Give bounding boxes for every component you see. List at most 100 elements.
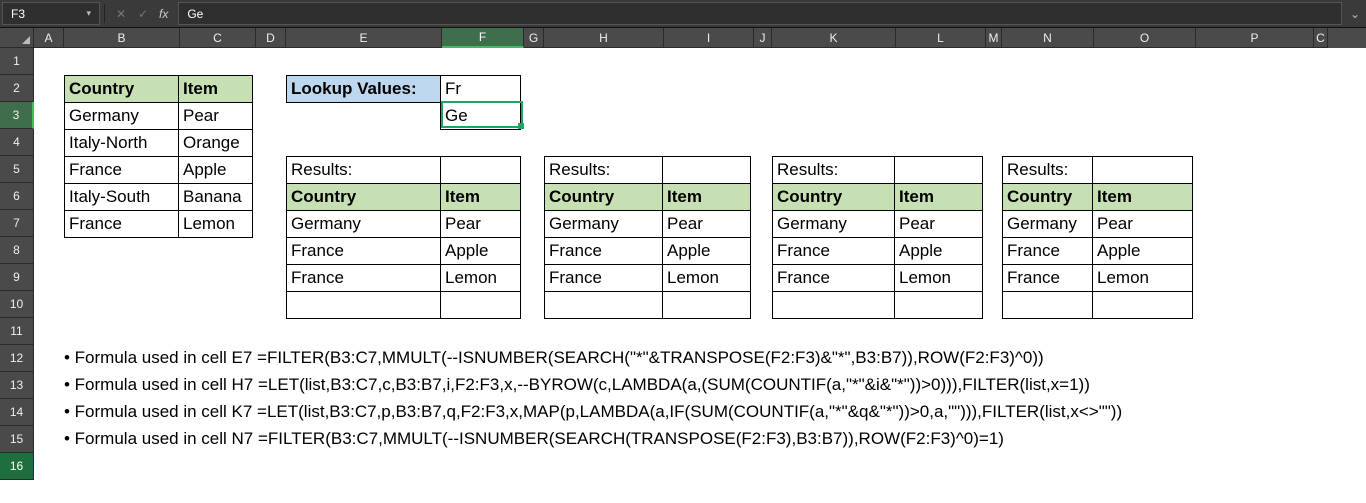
cell[interactable]	[441, 157, 521, 184]
cell[interactable]: Pear	[1093, 211, 1193, 238]
cell[interactable]: Country	[65, 76, 179, 103]
row-header-9[interactable]: 9	[0, 264, 34, 291]
column-header-I[interactable]: I	[664, 28, 754, 48]
row-header-12[interactable]: 12	[0, 345, 34, 372]
row-header-11[interactable]: 11	[0, 318, 34, 345]
cell[interactable]: Germany	[1003, 211, 1093, 238]
cell[interactable]	[773, 292, 895, 319]
row-header-15[interactable]: 15	[0, 426, 34, 453]
cell[interactable]: Results:	[773, 157, 895, 184]
cell[interactable]: Country	[1003, 184, 1093, 211]
cell[interactable]: Lemon	[1093, 265, 1193, 292]
cell[interactable]: Item	[895, 184, 983, 211]
cell[interactable]: Results:	[545, 157, 663, 184]
cell[interactable]	[287, 103, 441, 130]
cell[interactable]: Country	[773, 184, 895, 211]
chevron-down-icon[interactable]: ▾	[86, 8, 91, 19]
cell[interactable]	[895, 157, 983, 184]
cell[interactable]: France	[545, 265, 663, 292]
cell[interactable]: France	[65, 157, 179, 184]
cell[interactable]: Lemon	[895, 265, 983, 292]
column-header-E[interactable]: E	[286, 28, 442, 48]
cell[interactable]: Lemon	[663, 265, 751, 292]
cell[interactable]: Pear	[179, 103, 253, 130]
row-header-6[interactable]: 6	[0, 183, 34, 210]
cell[interactable]: France	[773, 238, 895, 265]
cell[interactable]: Apple	[179, 157, 253, 184]
cell[interactable]	[1093, 157, 1193, 184]
cell[interactable]: Country	[287, 184, 441, 211]
row-header-14[interactable]: 14	[0, 399, 34, 426]
cell[interactable]: Lemon	[441, 265, 521, 292]
cell[interactable]: Banana	[179, 184, 253, 211]
row-header-1[interactable]: 1	[0, 48, 34, 75]
cell[interactable]: France	[1003, 265, 1093, 292]
column-header-D[interactable]: D	[256, 28, 286, 48]
column-header-O[interactable]: O	[1094, 28, 1196, 48]
cell[interactable]: Results:	[287, 157, 441, 184]
cell[interactable]: Pear	[441, 211, 521, 238]
cell[interactable]: Item	[179, 76, 253, 103]
column-header-C[interactable]: C	[180, 28, 256, 48]
cell[interactable]: Pear	[663, 211, 751, 238]
column-header-K[interactable]: K	[772, 28, 896, 48]
cell[interactable]	[663, 157, 751, 184]
cell[interactable]: Germany	[287, 211, 441, 238]
select-all-button[interactable]	[0, 28, 34, 48]
cell[interactable]	[895, 292, 983, 319]
expand-formula-bar-icon[interactable]: ⌄	[1344, 0, 1366, 27]
row-header-4[interactable]: 4	[0, 129, 34, 156]
cell[interactable]: Italy-North	[65, 130, 179, 157]
column-header-F[interactable]: F	[442, 28, 524, 48]
cell[interactable]: France	[65, 211, 179, 238]
cell[interactable]: Germany	[773, 211, 895, 238]
cell[interactable]: Germany	[545, 211, 663, 238]
cell[interactable]: Apple	[441, 238, 521, 265]
cell[interactable]	[1093, 292, 1193, 319]
row-header-8[interactable]: 8	[0, 237, 34, 264]
column-header-A[interactable]: A	[34, 28, 64, 48]
cell[interactable]: Germany	[65, 103, 179, 130]
column-header-P[interactable]: P	[1196, 28, 1314, 48]
cell[interactable]: Apple	[895, 238, 983, 265]
cell[interactable]: France	[287, 238, 441, 265]
cell[interactable]: Apple	[663, 238, 751, 265]
column-header-M[interactable]: M	[986, 28, 1002, 48]
cell[interactable]: Item	[663, 184, 751, 211]
cell[interactable]: Apple	[1093, 238, 1193, 265]
cell[interactable]: France	[773, 265, 895, 292]
cell[interactable]	[545, 292, 663, 319]
formula-input[interactable]: Ge	[178, 2, 1342, 25]
column-header-C[interactable]: C	[1314, 28, 1328, 48]
row-header-10[interactable]: 10	[0, 291, 34, 318]
cell[interactable]	[1003, 292, 1093, 319]
cell[interactable]	[287, 292, 441, 319]
cell[interactable]	[663, 292, 751, 319]
column-header-N[interactable]: N	[1002, 28, 1094, 48]
column-header-L[interactable]: L	[896, 28, 986, 48]
cell[interactable]: Lookup Values:	[287, 76, 441, 103]
cell[interactable]: Pear	[895, 211, 983, 238]
cell[interactable]: Italy-South	[65, 184, 179, 211]
cell[interactable]: Country	[545, 184, 663, 211]
column-header-B[interactable]: B	[64, 28, 180, 48]
cell[interactable]: Orange	[179, 130, 253, 157]
row-header-13[interactable]: 13	[0, 372, 34, 399]
cell[interactable]: Item	[1093, 184, 1193, 211]
column-header-G[interactable]: G	[524, 28, 544, 48]
cell[interactable]: France	[1003, 238, 1093, 265]
column-header-J[interactable]: J	[754, 28, 772, 48]
accept-icon[interactable]: ✓	[133, 4, 153, 24]
cell[interactable]: France	[287, 265, 441, 292]
row-header-7[interactable]: 7	[0, 210, 34, 237]
name-box[interactable]: F3 ▾	[2, 2, 100, 25]
row-header-5[interactable]: 5	[0, 156, 34, 183]
cancel-icon[interactable]: ✕	[111, 4, 131, 24]
column-header-H[interactable]: H	[544, 28, 664, 48]
cell[interactable]: Ge	[441, 103, 521, 130]
cell[interactable]: Lemon	[179, 211, 253, 238]
cell[interactable]: Fr	[441, 76, 521, 103]
row-header-2[interactable]: 2	[0, 75, 34, 102]
fx-icon[interactable]: fx	[155, 7, 172, 21]
row-header-3[interactable]: 3	[0, 102, 34, 129]
